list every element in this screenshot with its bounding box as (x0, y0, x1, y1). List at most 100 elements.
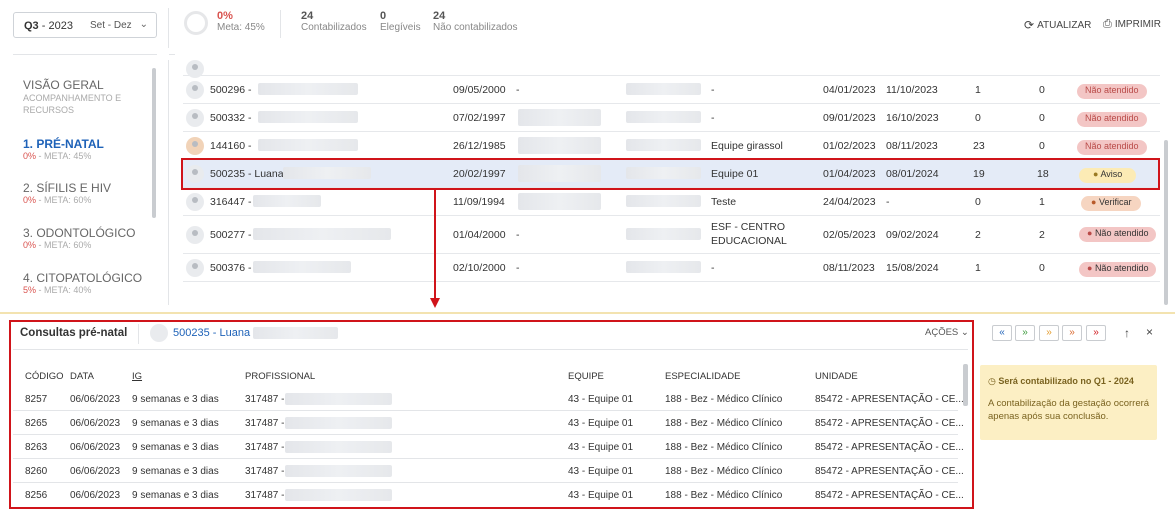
cell-equipe: 43 - Equipe 01 (568, 466, 634, 477)
cell-equipe: 43 - Equipe 01 (568, 394, 634, 405)
chevron-down-icon: ⌄ (139, 19, 148, 30)
cell-cod: 8256 (25, 490, 48, 501)
avatar (186, 81, 204, 99)
cell-un: 85472 - APRESENTAÇÃO - CE... (815, 490, 964, 501)
status-badge: ● Não atendido (1079, 227, 1157, 242)
redacted-name (285, 465, 392, 477)
arrow-line (434, 190, 436, 300)
col-header-ig[interactable]: IG (132, 371, 142, 382)
col-header-especialidade: ESPECIALIDADE (665, 371, 741, 382)
cell-ig: 9 semanas e 3 dias (132, 418, 219, 429)
col-header-equipe: EQUIPE (568, 371, 604, 382)
cell-esp: 188 - Bez - Médico Clínico (665, 418, 783, 429)
col-header-unidade: UNIDADE (815, 371, 858, 382)
table-row[interactable]: 500277 - 01/04/2000 - ESF - CENTRO EDUCA… (183, 216, 1160, 254)
panel-title: Consultas pré-natal (20, 327, 128, 339)
cell-un: 85472 - APRESENTAÇÃO - CE... (815, 418, 964, 429)
detail-table-row[interactable]: 8265 06/06/2023 9 semanas e 3 dias 317487 -… (0, 411, 964, 435)
notice-body: A contabilização da gestação ocorrerá ap… (988, 398, 1150, 422)
sidebar-item-odontologico[interactable]: 3. ODONTOLÓGICO 0% - META: 60% (23, 226, 135, 250)
chevron-down-icon: ⌄ (960, 327, 969, 338)
detail-table-row[interactable]: 8256 06/06/2023 9 semanas e 3 dias 317487 -… (0, 483, 964, 507)
period-selector[interactable]: Q3 - 2023 Set - Dez ⌄ (13, 12, 157, 38)
arrow-head-icon (430, 298, 440, 308)
cell-un: 85472 - APRESENTAÇÃO - CE... (815, 466, 964, 477)
cell-cod: 8265 (25, 418, 48, 429)
table-row[interactable]: 500332 - 07/02/1997 - 09/01/2023 16/10/2… (183, 104, 1160, 132)
cell-esp: 188 - Bez - Médico Clínico (665, 490, 783, 501)
last-red-icon[interactable]: » (1086, 325, 1106, 341)
stat-percent: 0% Meta: 45% (217, 10, 265, 33)
cell-data: 06/06/2023 (70, 490, 121, 501)
cell-ig: 9 semanas e 3 dias (132, 442, 219, 453)
table-row[interactable]: 500376 - 02/10/2000 - - 08/11/2023 15/08… (183, 254, 1160, 282)
table-row-partial (183, 48, 1160, 78)
cell-data: 06/06/2023 (70, 418, 121, 429)
cell-cod: 8263 (25, 442, 48, 453)
cell-prof: 317487 - (245, 490, 285, 501)
notice-title: ◷ Será contabilizado no Q1 - 2024 (988, 376, 1134, 386)
imprimir-button[interactable]: ⎙ IMPRIMIR (1103, 18, 1161, 31)
col-header-profissional: PROFISSIONAL (245, 371, 316, 382)
next-green-icon[interactable]: » (1015, 325, 1035, 341)
next-orange-icon[interactable]: » (1039, 325, 1059, 341)
divider (13, 54, 157, 55)
detail-scrollbar[interactable] (963, 364, 968, 406)
cell-ig: 9 semanas e 3 dias (132, 466, 219, 477)
avatar (186, 137, 204, 155)
notice-box: ◷ Será contabilizado no Q1 - 2024 A cont… (980, 365, 1157, 440)
divider (168, 8, 169, 48)
stat-elegiveis: 0 Elegíveis (380, 10, 421, 33)
detail-table-row[interactable]: 8260 06/06/2023 9 semanas e 3 dias 317487 -… (0, 459, 964, 483)
avatar (186, 193, 204, 211)
sidebar-item-pre-natal[interactable]: 1. PRÉ-NATAL 0% - META: 45% (23, 137, 104, 161)
detail-table-row[interactable]: 8263 06/06/2023 9 semanas e 3 dias 317487 -… (0, 435, 964, 459)
cell-equipe: 43 - Equipe 01 (568, 442, 634, 453)
table-scrollbar[interactable] (1164, 140, 1168, 305)
redacted-name (285, 489, 392, 501)
period-range: Set - Dez (90, 20, 132, 31)
table-row[interactable]: 500296 - 09/05/2000 - - 04/01/2023 11/10… (183, 76, 1160, 104)
cell-un: 85472 - APRESENTAÇÃO - CE... (815, 394, 964, 405)
refresh-icon: ⟳ (1024, 18, 1035, 32)
cell-prof: 317487 - (245, 418, 285, 429)
sidebar-item-visao-geral[interactable]: VISÃO GERAL ACOMPANHAMENTO E RECURSOS (23, 78, 148, 116)
status-badge: Não atendido (1077, 84, 1147, 99)
next-darkorange-icon[interactable]: » (1062, 325, 1082, 341)
detail-table-row[interactable]: 8257 06/06/2023 9 semanas e 3 dias 317487 -… (0, 387, 964, 411)
arrow-up-icon[interactable]: ↑ (1124, 326, 1130, 340)
close-icon[interactable]: × (1146, 325, 1153, 339)
sidebar-scrollbar[interactable] (152, 68, 156, 218)
status-badge: ● Verificar (1081, 196, 1142, 211)
col-header-data: DATA (70, 371, 94, 382)
status-badge: Não atendido (1077, 112, 1147, 127)
col-header-codigo: CÓDIGO (25, 371, 64, 382)
divider (13, 349, 968, 350)
table-row[interactable]: 144160 - 26/12/1985 Equipe girassol 01/0… (183, 132, 1160, 160)
progress-ring (184, 11, 208, 35)
divider (138, 324, 139, 344)
divider (169, 54, 175, 55)
cell-esp: 188 - Bez - Médico Clínico (665, 442, 783, 453)
avatar (150, 324, 168, 342)
redacted-name (285, 441, 392, 453)
patient-link[interactable]: 500235 - Luana (173, 327, 339, 340)
status-badge: Não atendido (1077, 140, 1147, 155)
acoes-dropdown[interactable]: AÇÕES ⌄ (925, 327, 969, 338)
cell-prof: 317487 - (245, 466, 285, 477)
divider (280, 10, 281, 38)
redacted-name (285, 393, 392, 405)
period-quarter: Q3 - 2023 (24, 20, 73, 32)
avatar (186, 259, 204, 277)
cell-prof: 317487 - (245, 442, 285, 453)
sidebar-item-citopatologico[interactable]: 4. CITOPATOLÓGICO 5% - META: 40% (23, 271, 142, 295)
printer-icon: ⎙ (1103, 18, 1112, 30)
avatar (186, 226, 204, 244)
table-row[interactable]: 316447 - 11/09/1994 Teste 24/04/2023 - 0… (183, 188, 1160, 216)
first-icon[interactable]: « (992, 325, 1012, 341)
status-badge: ● Não atendido (1079, 262, 1157, 277)
atualizar-button[interactable]: ⟳ ATUALIZAR (1024, 18, 1091, 32)
cell-data: 06/06/2023 (70, 466, 121, 477)
sidebar-item-sifilis-hiv[interactable]: 2. SÍFILIS E HIV 0% - META: 60% (23, 181, 111, 205)
divider (168, 60, 169, 305)
